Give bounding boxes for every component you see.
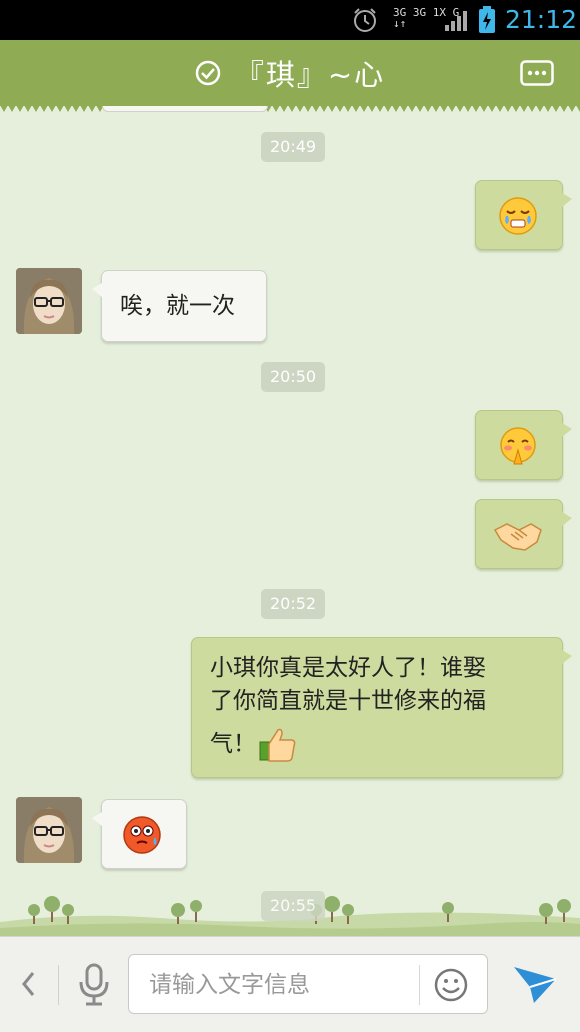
avatar-girl-glasses bbox=[16, 268, 82, 334]
timestamp: 20:55 bbox=[261, 891, 326, 921]
avatar-girl-glasses bbox=[16, 797, 82, 863]
timestamp: 20:50 bbox=[261, 362, 326, 392]
send-icon[interactable] bbox=[512, 963, 558, 1005]
message-bubble-outgoing[interactable] bbox=[475, 180, 572, 250]
crying-face-icon bbox=[499, 197, 537, 235]
message-text-line: 了你简直就是十世修来的福 bbox=[210, 688, 486, 714]
message-text-line: 气！ bbox=[210, 730, 256, 757]
chat-header: 『琪』~心 bbox=[0, 40, 580, 112]
message-text: 唉，就一次 bbox=[120, 293, 235, 319]
signal-icon bbox=[445, 11, 467, 31]
embarrassed-sweat-face-icon bbox=[123, 816, 161, 854]
message-text-line: 小琪你真是太好人了！谁娶 bbox=[210, 655, 486, 681]
message-bubble-outgoing[interactable] bbox=[475, 499, 572, 569]
divider bbox=[419, 965, 420, 1005]
chat-title: 『琪』~心 bbox=[234, 58, 386, 92]
header-zigzag-edge bbox=[0, 105, 580, 112]
partial-bubble-edge bbox=[102, 106, 268, 112]
message-input-bar bbox=[0, 936, 580, 1032]
alarm-icon bbox=[354, 8, 376, 32]
handshake-icon bbox=[493, 523, 542, 551]
message-bubble-outgoing[interactable]: 小琪你真是太好人了！谁娶 了你简直就是十世修来的福 气！ bbox=[191, 637, 572, 778]
message-input-field[interactable] bbox=[128, 954, 488, 1014]
divider bbox=[58, 965, 59, 1005]
message-bubble-incoming[interactable] bbox=[92, 799, 187, 869]
more-options-icon[interactable] bbox=[520, 60, 554, 86]
shy-pleading-face-icon bbox=[500, 427, 536, 465]
microphone-icon[interactable] bbox=[74, 962, 114, 1008]
status-time: 21:12 bbox=[505, 5, 578, 34]
battery-charging-icon bbox=[479, 6, 495, 33]
avatar[interactable] bbox=[16, 268, 82, 334]
emoji-smile-icon[interactable] bbox=[433, 967, 469, 1003]
check-circle-icon bbox=[195, 60, 221, 86]
message-bubble-outgoing[interactable] bbox=[475, 410, 572, 480]
thumbs-up-icon bbox=[259, 728, 296, 762]
avatar[interactable] bbox=[16, 797, 82, 863]
chevron-left-icon[interactable] bbox=[18, 969, 38, 999]
status-bar: 3G 3G 1X G ↓↑ 21:12 bbox=[0, 0, 580, 40]
message-input[interactable] bbox=[147, 967, 411, 1003]
timestamp: 20:52 bbox=[261, 589, 326, 619]
timestamp: 20:49 bbox=[261, 132, 326, 162]
message-bubble-incoming[interactable]: 唉，就一次 bbox=[92, 270, 267, 342]
